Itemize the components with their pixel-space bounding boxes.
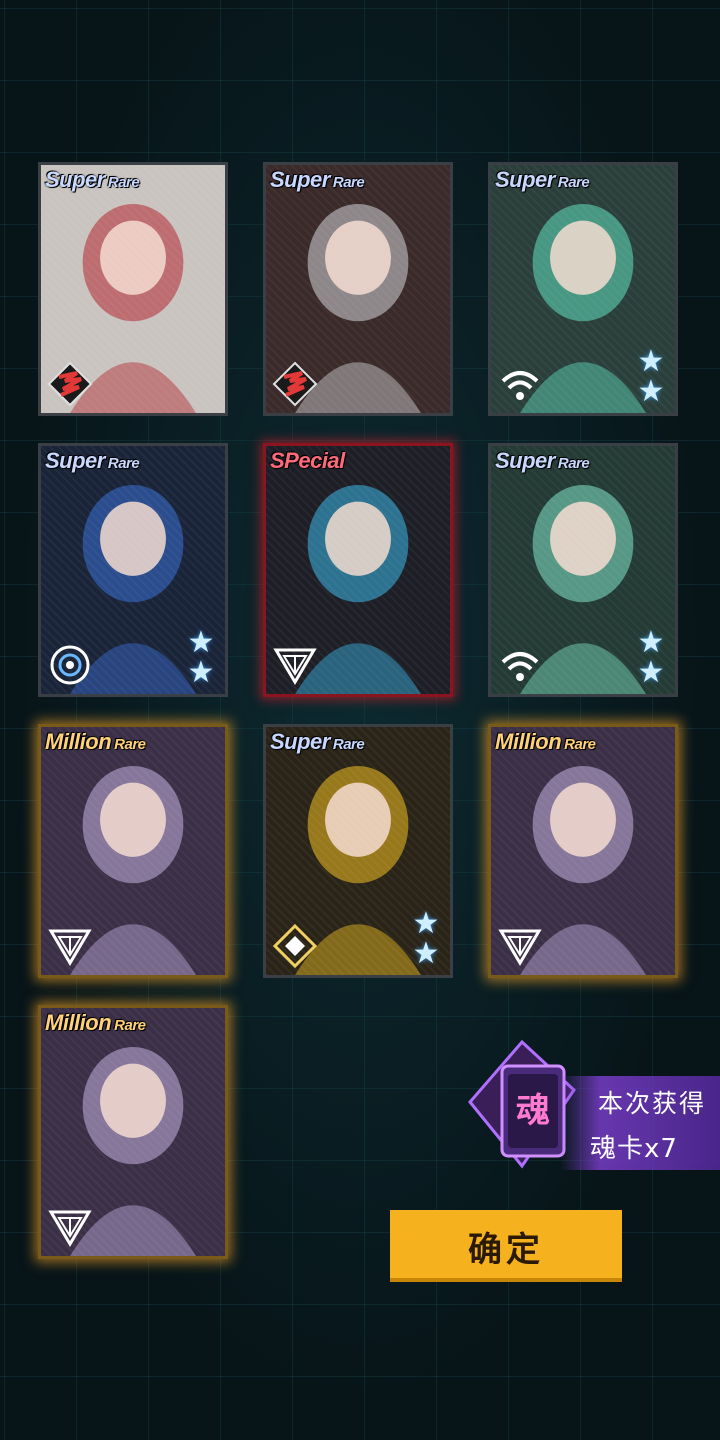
hero-card[interactable]: Super Rare (263, 162, 453, 416)
diamond-crest-icon (272, 923, 318, 969)
triangle-crest-icon (48, 1210, 92, 1247)
star-icon: ★ (412, 937, 440, 970)
hero-card[interactable]: Million Rare (38, 1005, 228, 1259)
rarity-sub: Rare (107, 455, 140, 472)
rarity-label: Super Rare (45, 448, 140, 474)
rarity-main: Super (495, 167, 555, 192)
rarity-sub: Rare (564, 736, 596, 753)
rarity-label: SPecial (270, 448, 345, 474)
rarity-label: Super Rare (495, 167, 590, 193)
rarity-sub: Rare (114, 1017, 146, 1034)
star-icon: ★ (412, 907, 440, 940)
rarity-main: Super (270, 729, 330, 754)
eye-crest-icon (50, 645, 90, 685)
star-icon: ★ (187, 626, 215, 659)
hero-card[interactable]: Super Rare (38, 162, 228, 416)
rarity-main: Super (45, 167, 105, 192)
rarity-sub: Rare (332, 174, 365, 191)
hero-card[interactable]: Million Rare (488, 724, 678, 978)
hero-card[interactable]: Super Rare ★ ★ (488, 162, 678, 416)
rarity-main: Million (45, 729, 112, 754)
phoenix-crest-icon (47, 361, 93, 407)
rarity-sub: Rare (114, 736, 146, 753)
rarity-label: Super Rare (270, 729, 365, 755)
star-rating: ★ ★ (183, 628, 219, 688)
rarity-main: Super (45, 448, 105, 473)
rarity-label: Million Rare (45, 729, 146, 755)
confirm-button[interactable]: 确定 (390, 1210, 622, 1282)
rarity-label: Super Rare (495, 448, 590, 474)
rarity-sub: Rare (557, 174, 590, 191)
triangle-crest-icon (273, 648, 317, 685)
hero-card[interactable]: Super Rare ★ ★ (488, 443, 678, 697)
hero-card[interactable]: Super Rare ★ ★ (263, 724, 453, 978)
hero-card[interactable]: Million Rare (38, 724, 228, 978)
hero-card[interactable]: Super Rare ★ ★ (38, 443, 228, 697)
soul-badge-char: 魂 (516, 1091, 550, 1131)
rarity-sub: Rare (557, 455, 590, 472)
rarity-label: Super Rare (270, 167, 365, 193)
star-icon: ★ (637, 656, 665, 689)
rarity-sub: Rare (107, 174, 140, 191)
rarity-main: SPecial (270, 448, 345, 473)
signal-icon (501, 371, 539, 400)
rarity-main: Super (270, 167, 330, 192)
signal-icon (501, 652, 539, 681)
star-icon: ★ (637, 345, 665, 378)
rarity-main: Million (495, 729, 562, 754)
rarity-label: Million Rare (45, 1010, 146, 1036)
star-icon: ★ (637, 626, 665, 659)
star-icon: ★ (187, 656, 215, 689)
rarity-main: Super (495, 448, 555, 473)
triangle-crest-icon (498, 929, 542, 966)
star-rating: ★ ★ (408, 909, 444, 969)
rarity-label: Super Rare (45, 167, 140, 193)
soul-reward-title: 本次获得 (598, 1089, 707, 1118)
rarity-main: Million (45, 1010, 112, 1035)
star-rating: ★ ★ (633, 628, 669, 688)
rarity-label: Million Rare (495, 729, 596, 755)
triangle-crest-icon (48, 929, 92, 966)
hero-card[interactable]: SPecial (263, 443, 453, 697)
phoenix-crest-icon (272, 361, 318, 407)
soul-reward-count: 魂卡x7 (590, 1134, 678, 1164)
star-rating: ★ ★ (633, 347, 669, 407)
rarity-sub: Rare (332, 736, 365, 753)
star-icon: ★ (637, 375, 665, 408)
